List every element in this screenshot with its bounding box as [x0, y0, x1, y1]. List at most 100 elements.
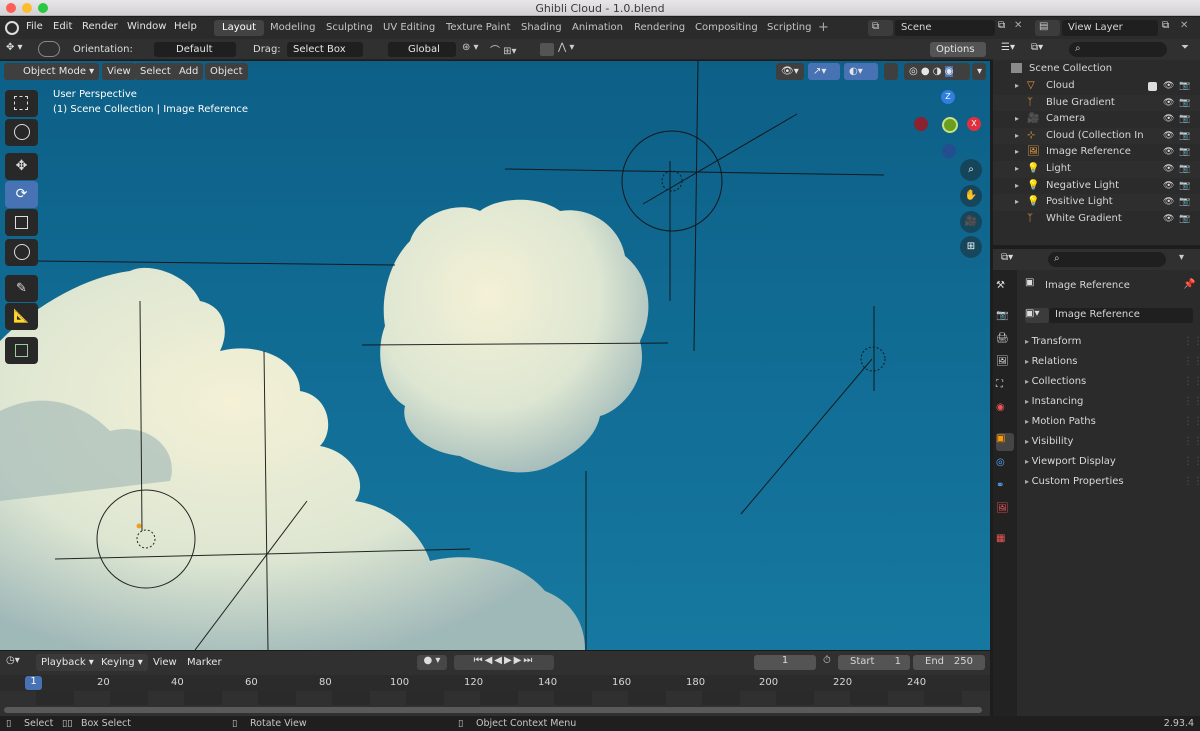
properties-editor-icon[interactable]: ⧉▾ — [1001, 252, 1013, 263]
end-frame-field[interactable]: End 250 — [913, 655, 985, 670]
render-camera-icon[interactable]: 📷 — [1179, 78, 1190, 95]
playhead-frame[interactable]: 1 — [25, 676, 42, 690]
orbit-icon[interactable] — [38, 41, 60, 57]
outliner-row[interactable]: ▸ 🎥 Camera 👁 📷 — [993, 111, 1200, 128]
pivot-icon[interactable]: ⊛ ▾ — [462, 42, 479, 53]
ortho-toggle-icon[interactable]: ⊞ — [960, 236, 982, 258]
viewport-menu-object[interactable]: Object — [205, 63, 248, 80]
render-camera-icon[interactable]: 📷 — [1179, 128, 1190, 145]
gizmo-y-axis[interactable] — [942, 117, 958, 133]
editor-type-icon[interactable]: ◷▾ — [6, 655, 20, 666]
eye-icon[interactable]: 👁 — [1163, 194, 1174, 211]
eye-icon[interactable]: 👁 — [1163, 78, 1174, 95]
gizmo-neg-x-axis[interactable] — [914, 117, 928, 131]
move-tool-icon[interactable]: ✥ — [5, 153, 38, 180]
cursor-tool-icon[interactable] — [5, 119, 38, 146]
scene-name-field[interactable]: Scene — [895, 20, 995, 36]
outliner-row[interactable]: ▸ 🖼 Image Reference 👁 📷 — [993, 144, 1200, 161]
view-layer-name-field[interactable]: View Layer — [1062, 20, 1158, 36]
datablock-name-field[interactable]: Image Reference — [1049, 308, 1193, 323]
filter-icon[interactable]: ⏷ — [1181, 42, 1189, 53]
datablock-browse-button[interactable]: ▣▾ — [1025, 308, 1049, 323]
expand-arrow-icon[interactable]: ▸ — [1015, 78, 1019, 95]
current-frame-field[interactable]: 1 — [754, 655, 816, 670]
select-box-tool-icon[interactable] — [5, 90, 38, 117]
view-layer-tab-icon[interactable]: 🖼 — [996, 356, 1014, 374]
properties-options-icon[interactable]: ▾ — [1179, 252, 1184, 263]
shading-modes[interactable]: ◎ ● ◑ ◉ — [904, 63, 970, 80]
camera-view-icon[interactable]: 🎥 — [960, 211, 982, 233]
expand-arrow-icon[interactable]: ▸ — [1015, 194, 1019, 211]
frame-ruler[interactable]: 1 20 40 60 80 100 120 140 160 180 200 22… — [0, 675, 990, 691]
output-tab-icon[interactable]: 🖨 — [996, 333, 1014, 351]
tab-uv-editing[interactable]: UV Editing — [375, 20, 443, 36]
annotate-tool-icon[interactable]: ✎ — [5, 275, 38, 302]
panel-visibility[interactable]: ▸ Visibility — [1025, 433, 1195, 451]
measure-tool-icon[interactable]: 📐 — [5, 303, 38, 330]
drag-handle-icon[interactable]: ⋮⋮ — [1183, 393, 1200, 411]
tab-rendering[interactable]: Rendering — [626, 20, 693, 36]
tool-tab-icon[interactable]: ⚒ — [996, 280, 1014, 298]
panel-viewport-display[interactable]: ▸ Viewport Display — [1025, 453, 1195, 471]
drag-handle-icon[interactable]: ⋮⋮ — [1183, 453, 1200, 471]
eye-icon[interactable]: 👁 — [1163, 178, 1174, 195]
tab-texture-paint[interactable]: Texture Paint — [438, 20, 519, 36]
render-camera-icon[interactable]: 📷 — [1179, 95, 1190, 112]
tab-shading[interactable]: Shading — [513, 20, 570, 36]
render-camera-icon[interactable]: 📷 — [1179, 194, 1190, 211]
panel-instancing[interactable]: ▸ Instancing — [1025, 393, 1195, 411]
drag-dropdown[interactable]: Select Box — [287, 42, 363, 57]
outliner-row[interactable]: ▸ 💡 Positive Light 👁 📷 — [993, 194, 1200, 211]
render-tab-icon[interactable]: 📷 — [996, 310, 1014, 328]
world-tab-icon[interactable]: ◉ — [996, 402, 1014, 420]
scene-collection-row[interactable]: Scene Collection — [993, 61, 1200, 78]
pin-icon[interactable]: 📌 — [1183, 279, 1195, 290]
exclude-checkbox[interactable] — [1148, 82, 1157, 91]
delete-view-layer-icon[interactable]: ✕ — [1180, 20, 1188, 31]
constraints-tab-icon[interactable]: ⚭ — [996, 480, 1014, 498]
visibility-icon[interactable]: 👁▾ — [776, 63, 804, 80]
drag-handle-icon[interactable]: ⋮⋮ — [1183, 353, 1200, 371]
scale-tool-icon[interactable] — [5, 209, 38, 236]
eye-icon[interactable]: 👁 — [1163, 211, 1174, 228]
menu-edit[interactable]: Edit — [53, 21, 72, 32]
outliner-row[interactable]: ▸ ⊹ Cloud (Collection Insta 👁 📷 — [993, 127, 1200, 145]
data-tab-icon[interactable]: 🖼 — [996, 503, 1014, 521]
viewport-menu-select[interactable]: Select — [135, 63, 176, 80]
tab-sculpting[interactable]: Sculpting — [318, 20, 381, 36]
outliner-search-input[interactable]: ⌕ — [1069, 42, 1167, 57]
blender-logo-icon[interactable] — [5, 21, 19, 35]
timeline-menu-view[interactable]: View — [148, 654, 182, 671]
panel-custom-properties[interactable]: ▸ Custom Properties — [1025, 473, 1195, 491]
gizmo-toggle-icon[interactable]: ↗▾ — [808, 63, 840, 80]
keyframe-area[interactable] — [0, 691, 990, 705]
delete-scene-icon[interactable]: ✕ — [1014, 20, 1026, 36]
tab-animation[interactable]: Animation — [564, 20, 631, 36]
outliner-row[interactable]: ▸ 💡 Negative Light 👁 📷 — [993, 177, 1200, 195]
add-cube-tool-icon[interactable] — [5, 337, 38, 364]
timeline-menu-keying[interactable]: Keying ▾ — [96, 654, 148, 671]
playback-controls[interactable]: ⏮◀◀▶▶⏭ — [454, 655, 554, 670]
eye-icon[interactable]: 👁 — [1163, 144, 1174, 161]
panel-collections[interactable]: ▸ Collections — [1025, 373, 1195, 391]
xray-icon[interactable] — [884, 63, 898, 80]
start-frame-field[interactable]: Start 1 — [838, 655, 910, 670]
options-dropdown[interactable]: Options ▾ — [930, 42, 986, 70]
gizmo-neg-z-axis[interactable] — [942, 144, 956, 158]
falloff-icon[interactable]: ⋀ ▾ — [558, 42, 574, 53]
menu-window[interactable]: Window — [127, 21, 166, 32]
object-tab-icon[interactable]: ▣ — [996, 433, 1014, 451]
scene-tab-icon[interactable]: ⛶ — [996, 379, 1014, 397]
display-mode-icon[interactable]: ⧉▾ — [1031, 42, 1043, 53]
gizmo-x-axis[interactable]: X — [967, 117, 981, 131]
panel-relations[interactable]: ▸ Relations — [1025, 353, 1195, 371]
transform-tool-icon[interactable] — [5, 239, 38, 266]
proportional-edit-icon[interactable] — [540, 43, 554, 56]
auto-keying-icon[interactable]: ● ▾ — [417, 655, 447, 670]
expand-arrow-icon[interactable]: ▸ — [1015, 178, 1019, 195]
properties-search-input[interactable]: ⌕ — [1048, 252, 1166, 267]
expand-arrow-icon[interactable]: ▸ — [1015, 161, 1019, 178]
panel-motion-paths[interactable]: ▸ Motion Paths — [1025, 413, 1195, 431]
physics-tab-icon[interactable]: ◎ — [996, 457, 1014, 475]
scene-selector-button[interactable]: ⧉ — [868, 20, 893, 36]
